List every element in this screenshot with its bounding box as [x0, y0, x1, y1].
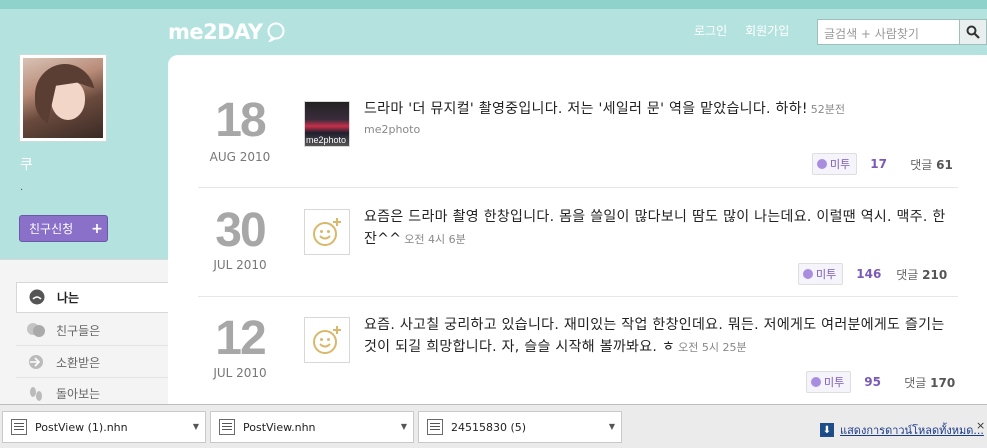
file-icon: [427, 419, 443, 435]
header-nav: 로그인 회원가입: [694, 22, 789, 39]
comment-link[interactable]: 댓글 170: [904, 374, 955, 391]
post-time[interactable]: 오전 4시 6분: [404, 233, 465, 246]
post-text: 요즘은 드라마 촬영 한창입니다. 몸을 쓸일이 많다보니 땀도 많이 나는데요…: [364, 206, 954, 251]
comment-link[interactable]: 댓글 210: [896, 266, 947, 283]
comment-label: 댓글: [910, 157, 933, 172]
me2-count[interactable]: 95: [864, 375, 894, 389]
post-source[interactable]: me2photo: [364, 123, 420, 136]
close-download-bar-button[interactable]: ×: [976, 419, 985, 432]
comment-link[interactable]: 댓글 61: [910, 156, 953, 173]
dropdown-arrow-icon[interactable]: ▼: [193, 422, 199, 431]
post-day: 30: [215, 204, 266, 257]
comment-label: 댓글: [904, 375, 927, 390]
me2-label: 미투: [816, 268, 837, 281]
me2-count[interactable]: 17: [870, 157, 900, 171]
signup-link[interactable]: 회원가입: [745, 22, 789, 39]
comment-count: 170: [930, 375, 956, 390]
logo-text: me2DAY: [168, 20, 263, 44]
post-month: AUG 2010: [209, 150, 271, 164]
sidebar-item-label: 돌아보는: [56, 387, 101, 401]
sidebar-item-label: 소환받은: [56, 355, 101, 370]
timeline-panel: 18 AUG 2010 me2photo 드라마 '더 뮤지컬' 촬영중입니다.…: [168, 55, 987, 404]
post-item: 18 AUG 2010 me2photo 드라마 '더 뮤지컬' 촬영중입니다.…: [198, 94, 958, 175]
download-item[interactable]: PostView.nhn ▼: [210, 411, 414, 443]
avatar-photo: [23, 58, 103, 138]
profile-avatar[interactable]: [19, 54, 107, 142]
search-input[interactable]: 글검색 + 사람찾기: [817, 19, 960, 45]
download-filename: PostView.nhn: [243, 420, 316, 434]
me2-icon: [817, 159, 827, 169]
sidebar-item-me[interactable]: 나는: [16, 282, 168, 313]
footprints-icon: [30, 386, 42, 401]
me2-button[interactable]: 미투: [812, 153, 858, 175]
me2-label: 미투: [830, 158, 851, 171]
login-link[interactable]: 로그인: [694, 22, 727, 39]
me2-label: 미투: [824, 376, 845, 389]
post-actions: 미투 17 댓글 61: [812, 153, 953, 175]
me2-button[interactable]: 미투: [798, 263, 844, 285]
download-icon: ⬇: [820, 423, 834, 437]
comment-count: 210: [922, 267, 948, 282]
post-time[interactable]: 오전 5시 25분: [678, 341, 746, 354]
sidebar-item-label: 나는: [57, 291, 80, 305]
comment-count: 61: [936, 157, 953, 172]
top-strip: [0, 0, 987, 9]
post-divider: [198, 296, 958, 297]
post-body: 드라마 '더 뮤지컬' 촬영중입니다. 저는 '세일러 문' 역을 맡았습니다.…: [364, 101, 808, 117]
sidebar-item-summoned[interactable]: 소환받은: [16, 347, 168, 378]
me2-icon: [803, 269, 813, 279]
sidebar-item-friends[interactable]: 친구들은: [16, 315, 168, 346]
me2day-logo[interactable]: me2DAY: [168, 18, 286, 46]
post-day: 12: [215, 312, 266, 365]
search-button[interactable]: [959, 19, 987, 45]
download-bar: PostView (1).nhn ▼ PostView.nhn ▼ 245158…: [0, 404, 987, 448]
profile-subtitle: .: [20, 182, 24, 193]
file-icon: [219, 419, 235, 435]
thumbnail-label: me2photo: [306, 135, 347, 145]
post-text: 요즘. 사고칠 궁리하고 있습니다. 재미있는 작업 한창인데요. 뭐든. 저에…: [364, 314, 954, 359]
post-time[interactable]: 52분전: [811, 103, 845, 116]
smiley-icon: [313, 326, 341, 354]
post-thumbnail[interactable]: me2photo: [304, 101, 350, 147]
me-icon: [29, 289, 45, 304]
add-friend-button[interactable]: 친구신청 +: [19, 215, 108, 242]
show-all-label: แสดงการดาวน์โหลดทั้งหมด...: [840, 424, 984, 437]
search-icon: [966, 25, 980, 39]
comment-label: 댓글: [896, 267, 919, 282]
file-icon: [11, 419, 27, 435]
sidebar-item-label: 친구들은: [56, 323, 101, 338]
post-actions: 미투 95 댓글 170: [806, 371, 955, 393]
me2-icon: [811, 377, 821, 387]
profile-name: 쿠: [20, 157, 33, 173]
friends-icon: [27, 323, 45, 337]
smiley-icon: [313, 218, 341, 246]
post-text: 드라마 '더 뮤지컬' 촬영중입니다. 저는 '세일러 문' 역을 맡았습니다.…: [364, 98, 954, 121]
post-body: 요즘. 사고칠 궁리하고 있습니다. 재미있는 작업 한창인데요. 뭐든. 저에…: [364, 317, 945, 355]
download-item[interactable]: PostView (1).nhn ▼: [2, 411, 206, 443]
download-filename: PostView (1).nhn: [35, 420, 128, 434]
download-item[interactable]: 24515830 (5) ▼: [418, 411, 622, 443]
me2-count[interactable]: 146: [856, 267, 886, 281]
show-all-downloads-link[interactable]: ⬇ แสดงการดาวน์โหลดทั้งหมด...: [820, 421, 984, 439]
me2-button[interactable]: 미투: [806, 371, 852, 393]
post-thumbnail[interactable]: [304, 209, 350, 255]
dropdown-arrow-icon[interactable]: ▼: [401, 422, 407, 431]
sidebar: 나는 친구들은 소환받은 돌아보는: [0, 259, 168, 404]
add-friend-label: 친구신청: [29, 222, 74, 236]
speech-bubble-icon: [267, 22, 285, 42]
post-divider: [198, 187, 958, 188]
download-filename: 24515830 (5): [451, 420, 527, 434]
dropdown-arrow-icon[interactable]: ▼: [609, 422, 615, 431]
post-month: JUL 2010: [213, 258, 267, 272]
post-month: JUL 2010: [213, 366, 267, 380]
summoned-icon: [29, 355, 43, 369]
plus-icon: +: [91, 220, 103, 237]
post-thumbnail[interactable]: [304, 317, 350, 363]
post-actions: 미투 146 댓글 210: [798, 263, 947, 285]
post-day: 18: [215, 94, 266, 147]
